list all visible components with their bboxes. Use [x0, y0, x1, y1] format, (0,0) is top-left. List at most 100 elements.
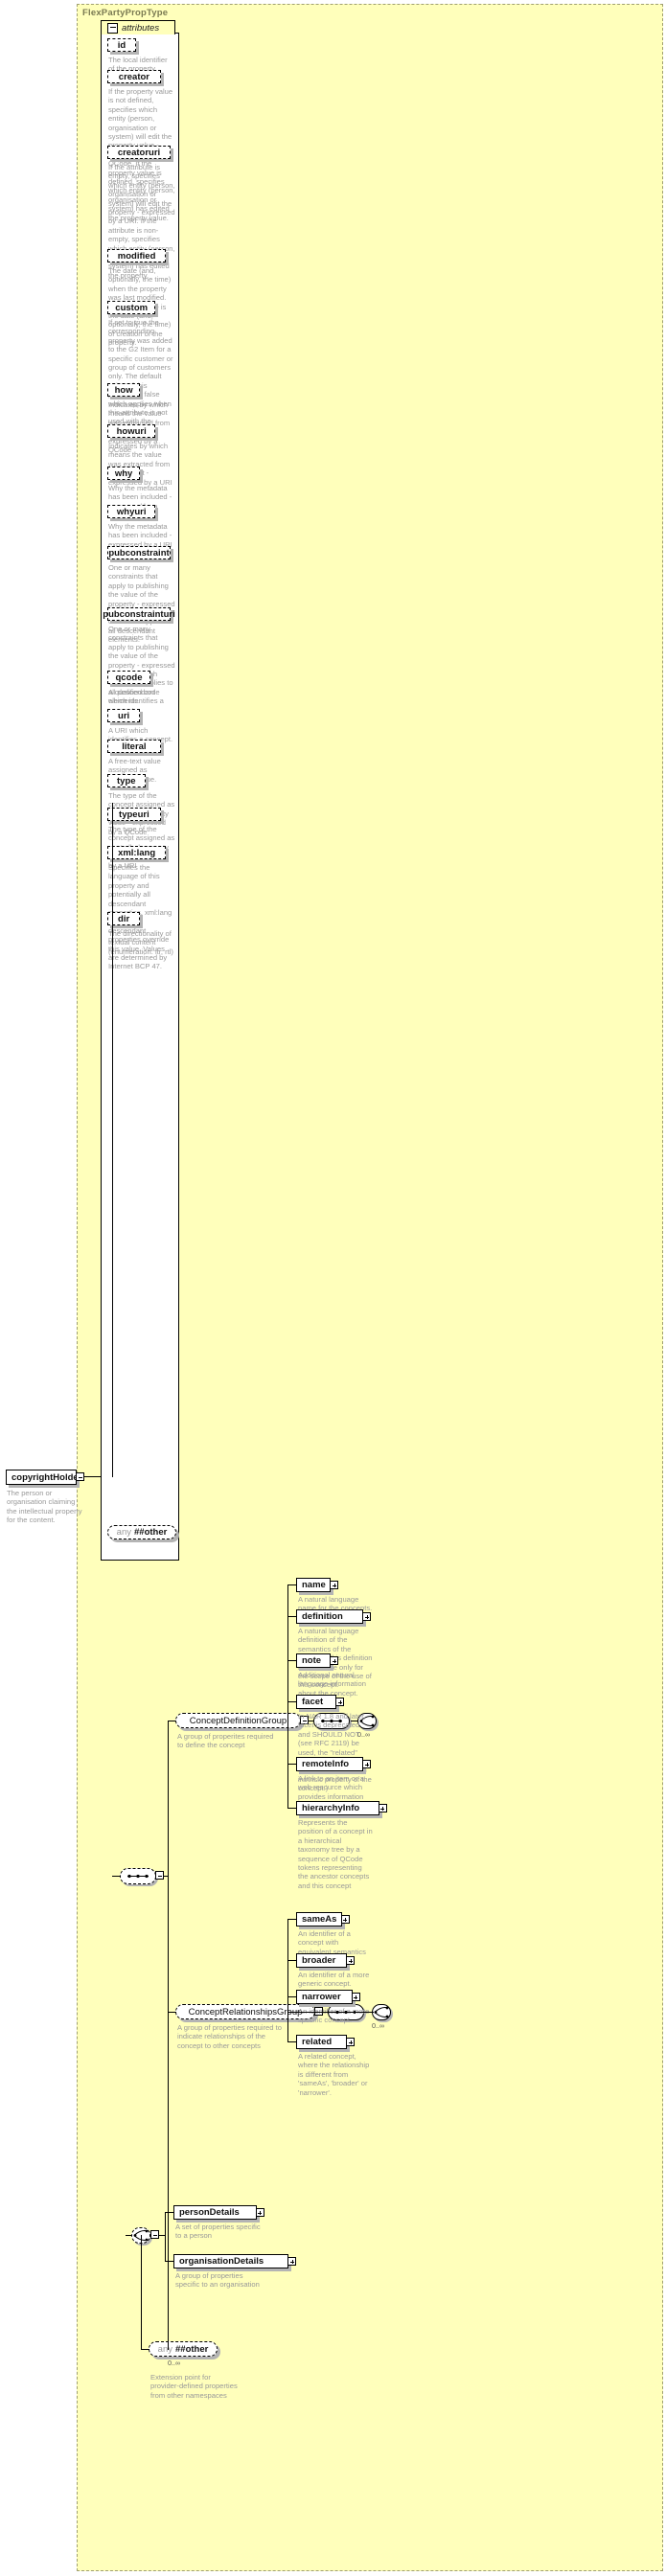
facet-expand-icon[interactable] — [335, 1698, 344, 1706]
element-copyrightHolder[interactable]: copyrightHolder — [6, 1470, 81, 1488]
connector-cdg-child-note — [287, 1660, 297, 1661]
connector-main-bus — [168, 1721, 169, 2350]
element-remoteInfo[interactable]: remoteInfo — [296, 1757, 366, 1774]
collapse-icon[interactable] — [107, 22, 118, 34]
remoteInfo-expand-icon[interactable] — [362, 1760, 371, 1768]
tail-any-other[interactable]: any ##other — [149, 2341, 220, 2359]
attribute-id-label: id — [117, 39, 126, 51]
attribute-pubconstraint[interactable]: pubconstraint — [107, 546, 173, 562]
element-name-label: name — [302, 1580, 326, 1590]
element-definition[interactable]: definition — [296, 1609, 366, 1627]
attribute-pubconstrainturi[interactable]: pubconstrainturi — [103, 607, 175, 624]
definition-expand-icon[interactable] — [362, 1612, 371, 1621]
narrower-expand-icon[interactable] — [351, 1993, 360, 2001]
personDetails-expand-icon[interactable] — [255, 2208, 264, 2217]
attribute-literal-label: literal — [122, 741, 147, 752]
element-sameAs-label: sameAs — [302, 1914, 337, 1925]
element-sameAs-doc: An identifier of a concept with equivale… — [298, 1929, 366, 1956]
element-hierarchyInfo-doc: Represents the position of a concept in … — [298, 1818, 373, 1890]
note-expand-icon[interactable] — [330, 1656, 339, 1665]
attribute-typeuri[interactable]: typeuri — [107, 808, 164, 824]
element-narrower-doc: An identifier of a more specific concept… — [298, 2007, 369, 2025]
element-note-label: note — [302, 1655, 322, 1666]
connector-party-child-organisationDetails — [165, 2261, 174, 2262]
attribute-custom[interactable]: custom — [107, 301, 159, 317]
element-narrower[interactable]: narrower — [296, 1990, 356, 2007]
any-namespace: ##other — [134, 1527, 168, 1538]
attribute-xml-lang[interactable]: xml:lang — [107, 846, 170, 862]
element-personDetails[interactable]: personDetails — [173, 2205, 260, 2223]
xsd-diagram-canvas: FlexPartyPropType attributes id The local… — [0, 0, 666, 2576]
attribute-howuri[interactable]: howuri — [107, 424, 159, 441]
related-expand-icon[interactable] — [346, 2038, 356, 2046]
connector-cdg-children-bus — [287, 1584, 288, 1808]
any-keyword: any — [116, 1527, 131, 1538]
attributes-tab[interactable]: attributes — [101, 20, 175, 34]
connector-crg-children-bus — [287, 1919, 288, 2041]
choice-icon — [374, 2006, 389, 2018]
element-sameAs[interactable]: sameAs — [296, 1912, 345, 1929]
connector-crg-child-narrower — [287, 1996, 297, 1997]
group-ConceptDefinitionGroup-doc: A group of properites required to define… — [177, 1732, 274, 1750]
attribute-type-label: type — [117, 775, 136, 786]
organisationDetails-expand-icon[interactable] — [287, 2257, 297, 2266]
connector-crg-child-broader — [287, 1960, 297, 1961]
element-broader-label: broader — [302, 1955, 336, 1966]
attribute-uri[interactable]: uri — [107, 709, 144, 725]
element-copyrightHolder-doc: The person or organisation claiming the … — [7, 1489, 82, 1525]
element-organisationDetails[interactable]: organisationDetails — [173, 2254, 292, 2271]
connector-type-spine-2 — [112, 803, 113, 1477]
main-sequence-compositor[interactable] — [120, 1868, 158, 1886]
main-sequence-expander[interactable] — [155, 1871, 164, 1880]
tail-any-cardinality: 0..∞ — [168, 2359, 181, 2367]
connector-party-children-bus — [165, 2212, 166, 2261]
element-hierarchyInfo[interactable]: hierarchyInfo — [296, 1801, 382, 1818]
element-note[interactable]: note — [296, 1653, 334, 1671]
attribute-creatoruri-label: creatoruri — [117, 147, 161, 158]
attribute-literal[interactable]: literal — [107, 740, 164, 756]
attribute-modified[interactable]: modified — [107, 249, 170, 265]
group-ConceptRelationshipsGroup-label: ConceptRelationshipsGroup — [188, 2006, 303, 2017]
attribute-whyuri[interactable]: whyuri — [107, 505, 159, 521]
crg-choice-compositor[interactable] — [372, 2004, 393, 2022]
connector-cdg-child-definition — [287, 1616, 297, 1617]
attribute-creator[interactable]: creator — [107, 70, 164, 86]
connector-crg-child-sameAs — [287, 1919, 297, 1920]
element-facet[interactable]: facet — [296, 1695, 339, 1712]
sameAs-expand-icon[interactable] — [340, 1915, 350, 1924]
group-ConceptDefinitionGroup[interactable]: ConceptDefinitionGroup — [175, 1713, 304, 1731]
attributes-tab-label: attributes — [122, 22, 160, 34]
element-broader-doc: An identifier of a more generic concept. — [298, 1971, 370, 1989]
attribute-any-other[interactable]: any ##other — [107, 1525, 179, 1542]
element-narrower-label: narrower — [302, 1992, 341, 2002]
element-organisationDetails-label: organisationDetails — [179, 2256, 264, 2267]
connector-cdg-child-remoteInfo — [287, 1764, 297, 1765]
element-note-doc: Additional natural language information … — [298, 1671, 366, 1698]
connector-root-to-type — [84, 1476, 102, 1477]
hierarchyInfo-expand-icon[interactable] — [378, 1804, 387, 1812]
broader-expand-icon[interactable] — [346, 1956, 356, 1965]
tail-any-namespace: ##other — [175, 2343, 209, 2355]
attribute-qcode[interactable]: qcode — [107, 671, 153, 687]
connector-cdg-child-facet — [287, 1701, 297, 1702]
element-personDetails-label: personDetails — [179, 2207, 240, 2218]
element-name[interactable]: name — [296, 1578, 334, 1595]
copyrightHolder-collapse-icon[interactable] — [76, 1472, 84, 1481]
party-choice-expander[interactable] — [150, 2230, 159, 2239]
attribute-creatoruri[interactable]: creatoruri — [107, 146, 173, 162]
attribute-creator-label: creator — [118, 71, 149, 82]
element-hierarchyInfo-label: hierarchyInfo — [302, 1803, 360, 1813]
sequence-icon — [127, 1874, 149, 1879]
attribute-id[interactable]: id — [107, 38, 139, 55]
connector-party-left — [126, 2235, 132, 2236]
attribute-why[interactable]: why — [107, 467, 144, 483]
name-expand-icon[interactable] — [330, 1581, 339, 1589]
attribute-whyuri-label: whyuri — [116, 506, 147, 517]
connector-bus-to-tailany — [141, 2349, 149, 2350]
tail-any-keyword: any — [157, 2343, 172, 2355]
attribute-how[interactable]: how — [107, 383, 144, 399]
attribute-whyuri-doc: Why the metadata has been included - exp… — [108, 522, 172, 549]
element-broader[interactable]: broader — [296, 1953, 351, 1971]
element-related[interactable]: related — [296, 2035, 351, 2052]
attribute-type[interactable]: type — [107, 774, 149, 790]
